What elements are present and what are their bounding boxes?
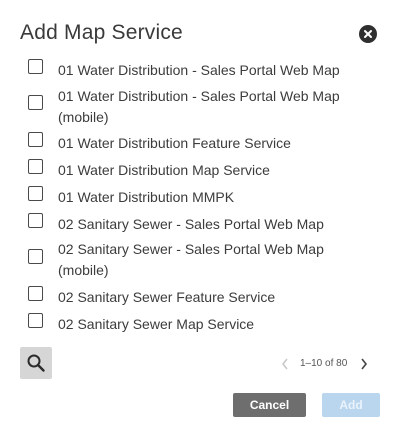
pagination-range: 1–10 of 80 [300, 358, 348, 369]
add-button[interactable]: Add [322, 393, 380, 417]
service-checkbox[interactable] [28, 313, 43, 328]
service-checkbox[interactable] [28, 249, 43, 264]
service-checkbox[interactable] [28, 159, 43, 174]
chevron-left-icon [280, 357, 290, 371]
dialog-title: Add Map Service [20, 21, 183, 44]
service-item-4[interactable]: 01 Water Distribution MMPK [28, 186, 368, 208]
service-item-6[interactable]: 02 Sanitary Sewer - Sales Portal Web Map… [28, 239, 368, 281]
service-item-3[interactable]: 01 Water Distribution Map Service [28, 159, 368, 181]
service-label: 01 Water Distribution - Sales Portal Web… [58, 62, 340, 78]
service-item-1[interactable]: 01 Water Distribution - Sales Portal Web… [28, 86, 368, 128]
chevron-right-icon[interactable] [359, 357, 369, 371]
service-item-0[interactable]: 01 Water Distribution - Sales Portal Web… [28, 59, 368, 81]
search-button[interactable] [20, 347, 52, 379]
search-icon [27, 354, 45, 372]
service-label: 01 Water Distribution - Sales Portal Web… [58, 88, 340, 125]
pagination: 1–10 of 80 [276, 355, 376, 373]
service-label: 02 Sanitary Sewer - Sales Portal Web Map [58, 216, 324, 232]
service-checkbox[interactable] [28, 286, 43, 301]
service-checkbox[interactable] [28, 213, 43, 228]
cancel-button[interactable]: Cancel [233, 393, 306, 417]
service-checkbox[interactable] [28, 95, 43, 110]
service-item-5[interactable]: 02 Sanitary Sewer - Sales Portal Web Map [28, 213, 368, 235]
service-checkbox[interactable] [28, 59, 43, 74]
service-checkbox[interactable] [28, 186, 43, 201]
service-item-7[interactable]: 02 Sanitary Sewer Feature Service [28, 286, 368, 308]
add-map-service-dialog: Add Map Service 01 Water Distribution - … [0, 0, 400, 443]
service-label: 02 Sanitary Sewer Map Service [58, 316, 255, 332]
service-checkbox[interactable] [28, 132, 43, 147]
service-label: 01 Water Distribution MMPK [58, 189, 235, 205]
service-label: 01 Water Distribution Map Service [58, 162, 270, 178]
service-label: 02 Sanitary Sewer - Sales Portal Web Map… [58, 241, 324, 278]
service-label: 02 Sanitary Sewer Feature Service [58, 289, 276, 305]
close-icon[interactable] [359, 25, 377, 43]
service-item-2[interactable]: 01 Water Distribution Feature Service [28, 132, 368, 154]
service-item-8[interactable]: 02 Sanitary Sewer Map Service [28, 313, 368, 335]
service-label: 01 Water Distribution Feature Service [58, 135, 291, 151]
